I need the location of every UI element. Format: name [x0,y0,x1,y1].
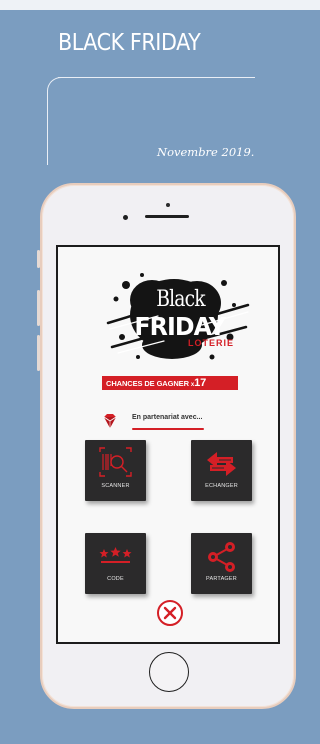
app-screen: Black FRIDAY LOTERIE CHANCES DE GAGNER x… [56,245,280,644]
page-title: BLACK FRIDAY [58,30,201,56]
exchange-icon [207,452,236,476]
logo-line-black: Black [156,287,205,312]
chances-label: CHANCES DE GAGNER [106,379,189,388]
partner-underline [132,428,204,430]
phone-speaker [145,215,189,218]
phone-home-button[interactable] [149,652,189,692]
code-label: CODE [107,576,124,582]
exchange-label: ECHANGER [205,483,238,489]
black-friday-logo: Black FRIDAY LOTERIE [102,265,252,365]
scanner-label: SCANNER [101,483,130,489]
frame-line-top [58,77,255,78]
partner-text: En partenariat avec... [132,414,203,421]
code-button[interactable]: CODE [85,533,146,594]
close-icon[interactable] [156,599,184,627]
scan-icon [99,447,132,477]
frame-line-left [47,92,48,165]
code-stars-icon [99,547,132,563]
phone-front-lens [123,215,128,220]
phone-camera [166,203,170,207]
share-button[interactable]: PARTAGER [191,533,252,594]
share-label: PARTAGER [206,576,237,582]
chances-value: 17 [194,377,207,389]
scanner-button[interactable]: SCANNER [85,440,146,501]
frame-corner [47,77,66,96]
share-icon [208,542,235,572]
logo-line-loterie: LOTERIE [188,338,235,348]
diamond-icon [103,414,117,428]
date-label: Novembre 2019. [157,145,255,159]
phone-mockup: Black FRIDAY LOTERIE CHANCES DE GAGNER x… [40,183,296,709]
exchange-button[interactable]: ECHANGER [191,440,252,501]
top-strip [0,0,320,10]
chances-banner: CHANCES DE GAGNER x17 [102,376,238,390]
logo-line-friday: FRIDAY [134,312,226,341]
